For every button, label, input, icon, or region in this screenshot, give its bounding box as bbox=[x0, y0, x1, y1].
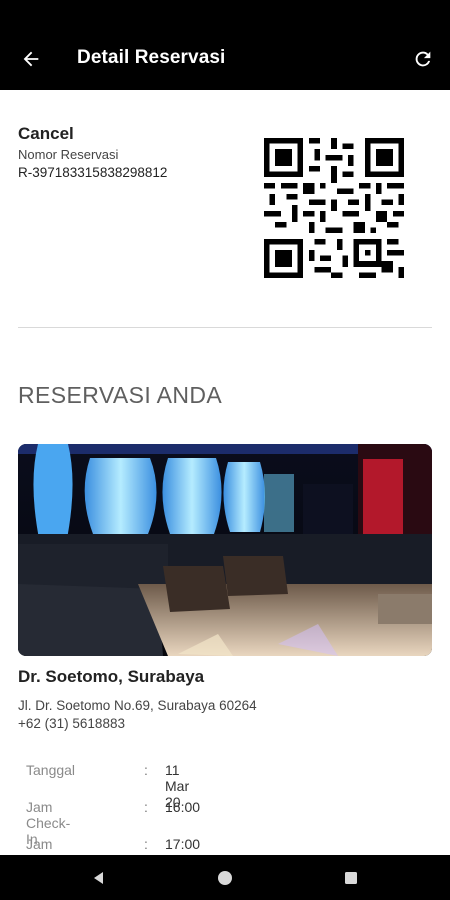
venue-phone: +62 (31) 5618883 bbox=[18, 716, 125, 731]
back-button[interactable] bbox=[12, 40, 50, 78]
venue-address: Jl. Dr. Soetomo No.69, Surabaya 60264 bbox=[18, 698, 257, 713]
nav-recents-button[interactable] bbox=[335, 862, 367, 894]
nav-back-button[interactable] bbox=[83, 862, 115, 894]
detail-label: Tanggal bbox=[26, 762, 76, 778]
detail-value: 16:00 bbox=[165, 799, 201, 815]
refresh-icon bbox=[415, 51, 431, 67]
nav-home-button[interactable] bbox=[209, 862, 241, 894]
section-title: RESERVASI ANDA bbox=[18, 382, 223, 408]
app-bar: Detail Reservasi bbox=[0, 0, 450, 90]
venue-name: Dr. Soetomo, Surabaya bbox=[18, 667, 205, 686]
system-nav-bar bbox=[0, 855, 450, 900]
reservation-number-label: Nomor Reservasi bbox=[18, 147, 119, 162]
arrow-left-icon bbox=[23, 51, 39, 67]
refresh-button[interactable] bbox=[404, 40, 442, 78]
detail-separator: : bbox=[144, 799, 148, 815]
reservation-number: R-397183315838298812 bbox=[18, 165, 168, 180]
detail-value: 17:00 bbox=[165, 836, 201, 852]
reservation-status: Cancel bbox=[18, 124, 74, 143]
detail-separator: : bbox=[144, 836, 148, 852]
detail-separator: : bbox=[144, 762, 148, 778]
venue-photo bbox=[18, 444, 432, 656]
page-title: Detail Reservasi bbox=[77, 47, 226, 68]
divider bbox=[18, 327, 432, 328]
circle-home-icon bbox=[218, 871, 232, 885]
triangle-back-icon bbox=[94, 872, 103, 884]
qr-code bbox=[264, 138, 404, 278]
square-recents-icon bbox=[345, 872, 357, 884]
